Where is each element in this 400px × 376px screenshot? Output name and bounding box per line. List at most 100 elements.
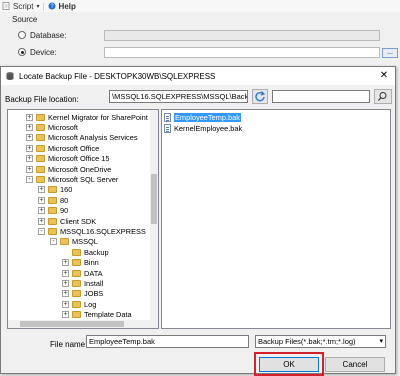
tree-node[interactable]: +160 bbox=[8, 185, 152, 195]
browse-button[interactable]: ... bbox=[382, 48, 398, 58]
backup-location-input[interactable]: \MSSQL16.SQLEXPRESS\MSSQL\Backup bbox=[109, 90, 248, 103]
script-icon bbox=[2, 2, 10, 10]
tree-items: + Kernel Migrator for SharePoint + Microsof… bbox=[8, 112, 152, 320]
folder-icon bbox=[72, 259, 81, 267]
tree-node[interactable]: + Microsoft OneDrive bbox=[8, 164, 152, 174]
collapse-icon[interactable]: - bbox=[26, 176, 33, 184]
folder-icon bbox=[48, 186, 57, 194]
tree-node[interactable]: - MSSQL16.SQLEXPRESS bbox=[8, 226, 152, 236]
expand-icon[interactable]: + bbox=[38, 217, 45, 225]
device-field[interactable] bbox=[104, 47, 380, 58]
script-menu[interactable]: Script bbox=[13, 2, 33, 11]
help-menu[interactable]: Help bbox=[59, 2, 76, 11]
file-name: EmployeeTemp.bak bbox=[174, 112, 241, 122]
folder-icon bbox=[48, 196, 57, 204]
expand-icon[interactable]: + bbox=[62, 269, 69, 277]
tree-node[interactable]: +90 bbox=[8, 206, 152, 216]
close-button[interactable]: ✕ bbox=[377, 69, 391, 83]
tree-node[interactable]: - Microsoft SQL Server bbox=[8, 174, 152, 184]
expand-icon[interactable]: + bbox=[38, 186, 45, 194]
file-type-select[interactable]: Backup Files(*.bak;*.tm;*.log) ▾ bbox=[255, 335, 386, 348]
help-icon: ? bbox=[48, 2, 56, 10]
tree-horizontal-thumb[interactable] bbox=[20, 321, 124, 327]
ok-button[interactable]: OK bbox=[259, 357, 319, 372]
file-item[interactable]: KernelEmployee.bak bbox=[164, 123, 242, 133]
tree-node-label: Microsoft Analysis Services bbox=[48, 133, 138, 143]
separator: | bbox=[42, 1, 45, 11]
tree-node[interactable]: Backup bbox=[8, 247, 152, 257]
database-radio[interactable] bbox=[18, 31, 26, 39]
tree-node-label: Backup bbox=[84, 247, 109, 257]
file-name-input[interactable]: EmployeeTemp.bak bbox=[86, 335, 249, 348]
source-label: Source bbox=[12, 15, 38, 24]
tree-vertical-scrollbar[interactable] bbox=[150, 110, 158, 320]
expand-icon[interactable]: + bbox=[26, 134, 33, 142]
search-button[interactable] bbox=[374, 89, 392, 104]
close-icon[interactable]: ✕ bbox=[380, 70, 388, 81]
tree-node[interactable]: + Microsoft Office 15 bbox=[8, 154, 152, 164]
file-name: KernelEmployee.bak bbox=[174, 123, 243, 133]
folder-tree[interactable]: + Kernel Migrator for SharePoint + Microsof… bbox=[7, 109, 159, 329]
tree-node-label: Kernel Migrator for SharePoint bbox=[48, 112, 148, 122]
tree-node-label: Template Data bbox=[84, 310, 132, 320]
folder-icon bbox=[72, 300, 81, 308]
locate-backup-file-dialog: Locate Backup File - DESKTOPK30WB\SQLEXP… bbox=[0, 66, 396, 376]
database-label: Database: bbox=[30, 31, 67, 40]
tree-node[interactable]: + Install bbox=[8, 278, 152, 288]
database-icon bbox=[6, 72, 14, 80]
expand-icon[interactable]: + bbox=[26, 155, 33, 163]
expand-icon[interactable]: + bbox=[38, 207, 45, 215]
script-dropdown-icon[interactable]: ▾ bbox=[36, 3, 39, 10]
tree-horizontal-scrollbar[interactable] bbox=[8, 320, 158, 328]
folder-icon bbox=[36, 176, 45, 184]
folder-icon bbox=[36, 165, 45, 173]
collapse-icon[interactable]: - bbox=[50, 238, 57, 246]
folder-icon bbox=[60, 238, 69, 246]
folder-icon bbox=[36, 155, 45, 163]
folder-icon bbox=[36, 113, 45, 121]
expand-icon[interactable]: + bbox=[62, 259, 69, 267]
tree-node[interactable]: + Template Data bbox=[8, 309, 152, 319]
collapse-icon[interactable]: - bbox=[38, 227, 45, 235]
file-type-value: Backup Files(*.bak;*.tm;*.log) bbox=[258, 337, 356, 346]
folder-icon bbox=[72, 269, 81, 277]
cancel-button[interactable]: Cancel bbox=[325, 357, 385, 372]
tree-node-label: DATA bbox=[84, 268, 103, 278]
tree-node[interactable]: - MSSQL bbox=[8, 237, 152, 247]
tree-node[interactable]: + Log bbox=[8, 299, 152, 309]
tree-node[interactable]: + Binn bbox=[8, 257, 152, 267]
chevron-down-icon[interactable]: ▾ bbox=[379, 336, 383, 347]
expand-icon[interactable]: + bbox=[38, 196, 45, 204]
tree-node[interactable]: + DATA bbox=[8, 268, 152, 278]
tree-node-label: MSSQL bbox=[72, 237, 98, 247]
tree-node[interactable]: + Client SDK bbox=[8, 216, 152, 226]
tree-node[interactable]: + Kernel Migrator for SharePoint bbox=[8, 112, 152, 122]
tree-vertical-thumb[interactable] bbox=[151, 174, 157, 224]
tree-node[interactable]: + Microsoft Office bbox=[8, 143, 152, 153]
tree-node-label: 80 bbox=[60, 195, 69, 205]
folder-icon bbox=[72, 248, 81, 256]
expand-icon[interactable]: + bbox=[26, 113, 33, 121]
expand-icon[interactable]: + bbox=[26, 124, 33, 132]
refresh-icon bbox=[255, 91, 266, 102]
expand-icon[interactable]: + bbox=[26, 144, 33, 152]
device-radio[interactable] bbox=[18, 48, 26, 56]
search-input[interactable] bbox=[272, 90, 370, 103]
tree-node[interactable]: + Microsoft Analysis Services bbox=[8, 133, 152, 143]
file-name-label: File name: bbox=[50, 340, 88, 349]
tree-node-label: Log bbox=[84, 299, 97, 309]
database-select[interactable] bbox=[104, 30, 380, 41]
refresh-button[interactable] bbox=[252, 89, 268, 104]
expand-icon[interactable]: + bbox=[62, 290, 69, 298]
expand-icon[interactable]: + bbox=[62, 311, 69, 319]
expand-icon[interactable]: + bbox=[62, 300, 69, 308]
file-item[interactable]: EmployeeTemp.bak bbox=[164, 112, 241, 122]
tree-node[interactable]: + Microsoft bbox=[8, 122, 152, 132]
tree-node[interactable]: + JOBS bbox=[8, 289, 152, 299]
expand-icon[interactable]: + bbox=[62, 279, 69, 287]
expand-icon[interactable]: + bbox=[26, 165, 33, 173]
tree-node[interactable]: +80 bbox=[8, 195, 152, 205]
file-list[interactable]: EmployeeTemp.bak KernelEmployee.bak bbox=[161, 109, 391, 329]
tree-node-label: JOBS bbox=[84, 289, 104, 299]
background-toolbar: Script ▾ | ? Help bbox=[0, 0, 400, 12]
